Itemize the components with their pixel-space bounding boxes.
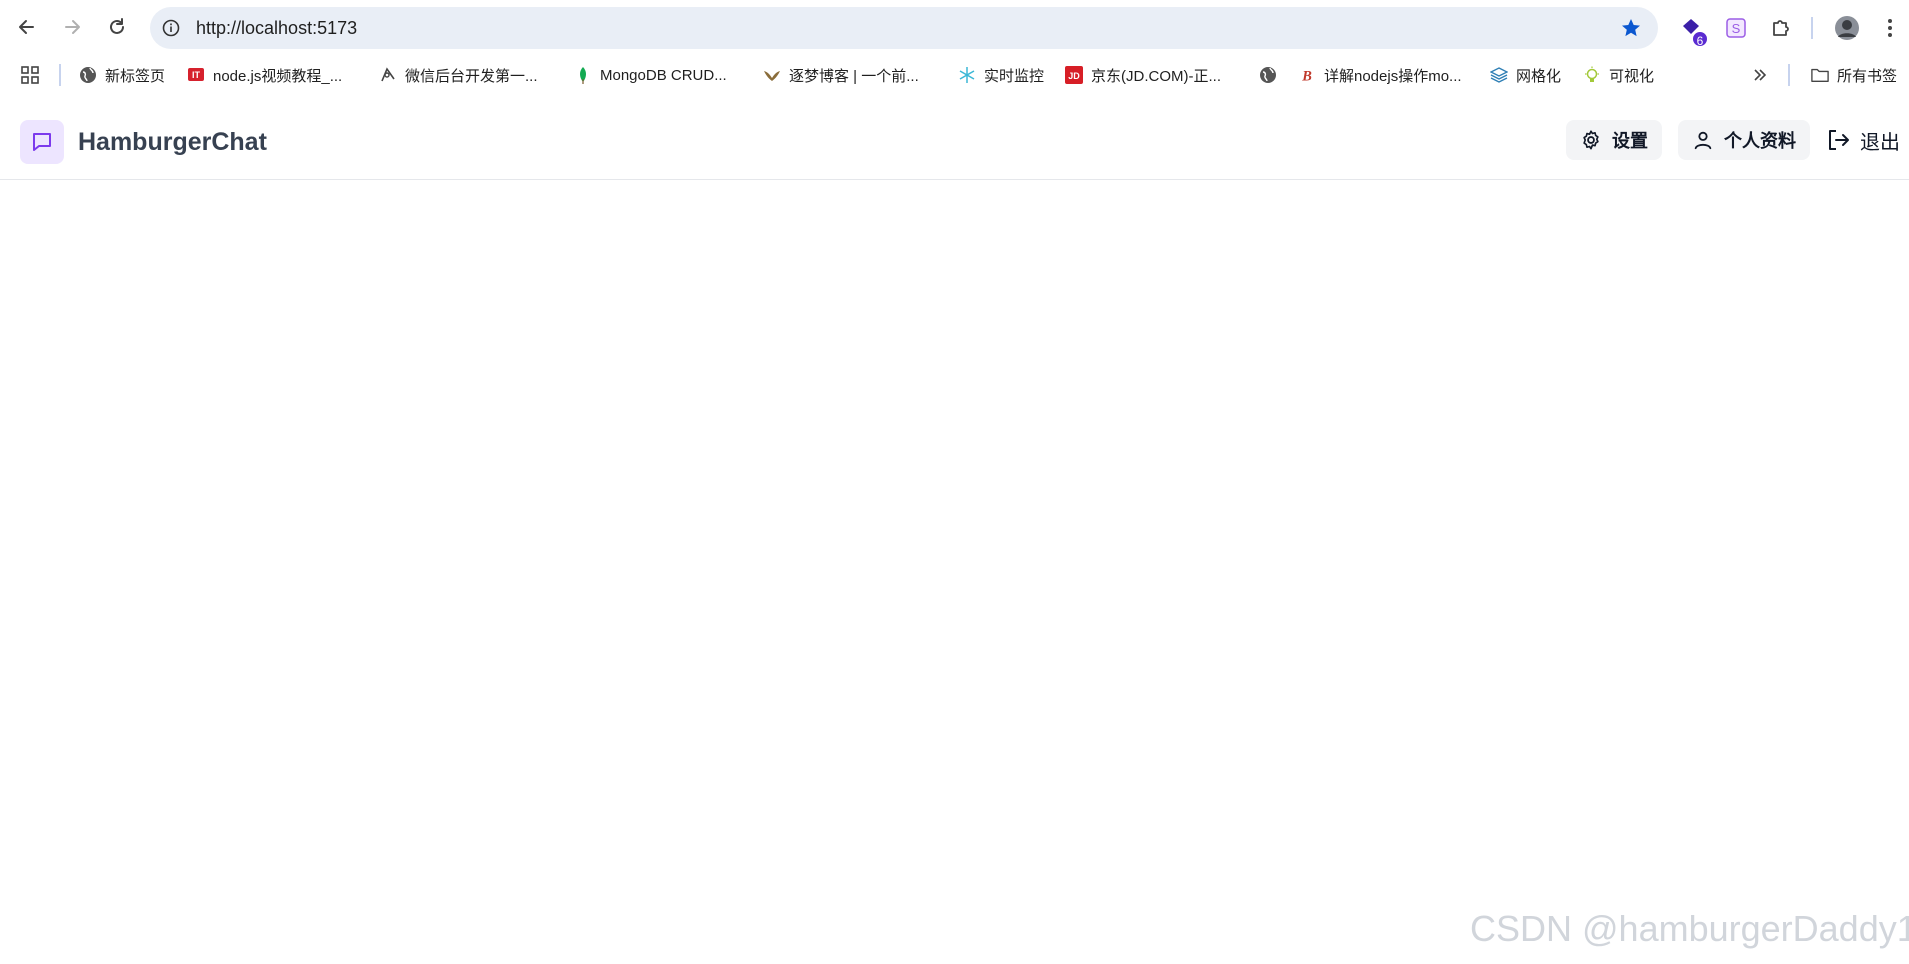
svg-text:JD: JD xyxy=(1068,71,1080,81)
bookmarks-overflow-button[interactable] xyxy=(1752,58,1768,92)
bookmark-item[interactable]: JD 京东(JD.COM)-正... xyxy=(1065,58,1221,92)
gear-icon xyxy=(1583,130,1599,150)
settings-button[interactable]: 设置 xyxy=(1566,120,1662,160)
watermark: CSDN @hamburgerDaddy1 xyxy=(1470,908,1909,949)
bookmark-item[interactable]: 网格化 xyxy=(1490,58,1561,92)
bookmark-label: 可视化 xyxy=(1609,67,1655,85)
reload-button[interactable] xyxy=(100,10,134,44)
extension-badge: 6 xyxy=(1691,30,1709,48)
globe-icon xyxy=(79,66,97,84)
bookmark-item[interactable]: MongoDB CRUD... xyxy=(574,58,727,92)
bulb-icon xyxy=(1583,66,1601,84)
jd-logo-icon: JD xyxy=(1065,66,1083,84)
bookmark-star-icon[interactable] xyxy=(1620,17,1642,39)
app-logo[interactable] xyxy=(20,120,64,164)
app-header: HamburgerChat 设置 个人资料 退出 xyxy=(0,96,1909,180)
pen-icon xyxy=(379,66,397,84)
apps-grid-icon xyxy=(21,66,39,84)
bookmark-label: 网格化 xyxy=(1516,67,1562,85)
bookmark-label: 实时监控 xyxy=(984,67,1045,85)
app-title[interactable]: HamburgerChat xyxy=(78,120,267,164)
s-logo-icon: S xyxy=(1726,18,1746,38)
profile-avatar-button[interactable] xyxy=(1833,14,1861,42)
arrow-left-icon xyxy=(19,20,34,34)
reload-icon xyxy=(110,18,124,34)
extension-s-button[interactable]: S xyxy=(1722,14,1750,42)
bookmarks-divider xyxy=(59,64,61,86)
all-bookmarks-button[interactable]: 所有书签 xyxy=(1811,58,1897,92)
more-vertical-icon xyxy=(1888,19,1892,37)
browser-toolbar: http://localhost:5173 6 S xyxy=(0,0,1909,56)
svg-text:IT: IT xyxy=(192,70,201,80)
bookmark-item[interactable]: 实时监控 xyxy=(958,58,1044,92)
user-icon xyxy=(1694,131,1712,150)
main-content xyxy=(0,181,1909,964)
bookmark-label: 详解nodejs操作mo... xyxy=(1324,67,1462,85)
profile-button[interactable]: 个人资料 xyxy=(1678,120,1810,160)
bookmarks-divider xyxy=(1788,64,1790,86)
bird-icon xyxy=(763,66,781,84)
avatar-icon xyxy=(1835,16,1859,40)
logout-label: 退出 xyxy=(1860,129,1900,154)
bookmark-item[interactable]: 逐梦博客 | 一个前... xyxy=(763,58,919,92)
logout-icon xyxy=(1829,130,1849,150)
snowflake-icon xyxy=(958,66,976,84)
bookmark-label: 逐梦博客 | 一个前... xyxy=(789,67,919,85)
bookmark-item[interactable] xyxy=(1259,58,1285,92)
folder-icon xyxy=(1811,66,1829,84)
profile-label: 个人资料 xyxy=(1724,131,1796,152)
svg-text:B: B xyxy=(1301,68,1312,84)
back-button[interactable] xyxy=(10,10,44,44)
layers-icon xyxy=(1490,66,1508,84)
b-logo-icon: B xyxy=(1298,66,1316,84)
bookmark-label: MongoDB CRUD... xyxy=(600,66,727,84)
it-logo-icon: IT xyxy=(187,66,205,84)
browser-menu-button[interactable] xyxy=(1876,14,1904,42)
bookmarks-bar: 新标签页 IT node.js视频教程_... 微信后台开发第一... Mong… xyxy=(0,58,1909,92)
apps-button[interactable] xyxy=(20,58,40,92)
svg-text:S: S xyxy=(1732,21,1741,36)
bookmark-item[interactable]: 可视化 xyxy=(1583,58,1654,92)
extension-button[interactable]: 6 xyxy=(1677,14,1709,48)
bookmark-item[interactable]: 新标签页 xyxy=(79,58,165,92)
bookmark-item[interactable]: 微信后台开发第一... xyxy=(379,58,538,92)
settings-label: 设置 xyxy=(1612,131,1648,152)
chevrons-right-icon xyxy=(1754,69,1767,81)
arrow-right-icon xyxy=(65,20,80,34)
leaf-icon xyxy=(574,66,592,84)
forward-button[interactable] xyxy=(55,10,89,44)
bookmark-item[interactable]: IT node.js视频教程_... xyxy=(187,58,342,92)
bookmark-label: node.js视频教程_... xyxy=(213,67,343,85)
logout-button[interactable]: 退出 xyxy=(1826,120,1900,160)
extensions-menu-button[interactable] xyxy=(1767,14,1795,42)
site-info-icon[interactable] xyxy=(160,17,182,39)
chat-bubble-icon xyxy=(33,133,51,151)
globe-icon xyxy=(1259,66,1277,84)
toolbar-divider xyxy=(1811,17,1813,39)
url-text[interactable]: http://localhost:5173 xyxy=(196,7,357,49)
bookmark-label: 微信后台开发第一... xyxy=(405,67,538,85)
bookmark-label: 新标签页 xyxy=(105,67,166,85)
address-bar[interactable]: http://localhost:5173 xyxy=(150,7,1658,49)
all-bookmarks-label: 所有书签 xyxy=(1837,67,1898,85)
bookmark-label: 京东(JD.COM)-正... xyxy=(1091,67,1221,85)
bookmark-item[interactable]: B 详解nodejs操作mo... xyxy=(1298,58,1462,92)
puzzle-icon xyxy=(1773,20,1789,36)
